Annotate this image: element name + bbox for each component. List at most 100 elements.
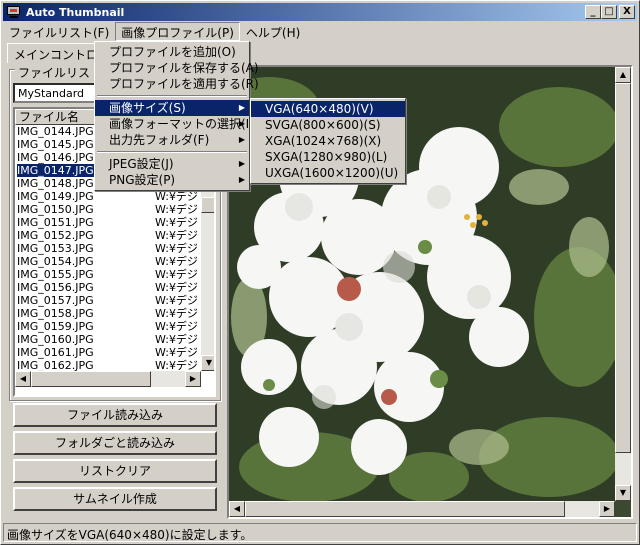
menu-item-apply-profile[interactable]: プロファイルを適用する(R) (95, 76, 259, 92)
scroll-left-button[interactable]: ◀ (15, 371, 31, 387)
table-row[interactable]: IMG_0160.JPG W:¥デジ (15, 333, 201, 346)
table-row[interactable]: IMG_0159.JPG W:¥デジ (15, 320, 201, 333)
minimize-button[interactable]: _ (585, 5, 601, 19)
app-monitor-icon (6, 5, 22, 19)
menu-separator (97, 95, 247, 97)
file-name: IMG_0153.JPG (17, 242, 94, 255)
file-name: IMG_0148.JPG (17, 177, 94, 190)
table-row[interactable]: IMG_0153.JPG W:¥デジ (15, 242, 201, 255)
make-thumbnail-button[interactable]: サムネイル作成 (13, 487, 217, 511)
table-row[interactable]: IMG_0156.JPG W:¥デジ (15, 281, 201, 294)
app-window: Auto Thumbnail _ □ X ファイルリスト(F) 画像プロファイル… (0, 0, 640, 545)
menu-bar: ファイルリスト(F) 画像プロファイル(P) ヘルプ(H) (3, 22, 306, 41)
file-name: IMG_0157.JPG (17, 294, 94, 307)
menu-item-output-folder-label: 出力先フォルダ(F) (109, 133, 210, 147)
submenu-arrow-icon: ▶ (238, 135, 245, 144)
file-path: W:¥デジ (155, 320, 198, 333)
table-row[interactable]: IMG_0161.JPG W:¥デジ (15, 346, 201, 359)
file-path: W:¥デジ (155, 255, 198, 268)
image-vertical-scrollbar[interactable]: ▲ ▼ (615, 67, 631, 501)
file-name: IMG_0151.JPG (17, 216, 94, 229)
table-row[interactable]: IMG_0158.JPG W:¥デジ (15, 307, 201, 320)
file-path: W:¥デジ (155, 281, 198, 294)
image-hscroll-thumb[interactable] (245, 501, 565, 517)
menu-item-png-settings-label: PNG設定(P) (109, 173, 176, 187)
file-list-group-title: ファイルリスト (15, 64, 106, 81)
submenu-arrow-icon: ▶ (238, 175, 245, 184)
submenu-arrow-icon: ▶ (238, 159, 245, 168)
scroll-down-button[interactable]: ▼ (201, 355, 214, 371)
file-name: IMG_0156.JPG (17, 281, 94, 294)
menu-image-profile[interactable]: 画像プロファイル(P) (115, 22, 240, 41)
file-path: W:¥デジ (155, 268, 198, 281)
image-vscroll-thumb[interactable] (615, 83, 631, 453)
submenu-arrow-icon: ▶ (238, 119, 245, 128)
menu-item-jpeg-settings-label: JPEG設定(J) (109, 157, 174, 171)
file-name: IMG_0159.JPG (17, 320, 94, 333)
menu-help[interactable]: ヘルプ(H) (240, 22, 306, 41)
menu-item-vga[interactable]: VGA(640×480)(V) (251, 101, 405, 117)
profile-menu: プロファイルを追加(O) プロファイルを保存する(A) プロファイルを適用する(… (94, 41, 259, 191)
file-path: W:¥デジ (155, 203, 198, 216)
list-horizontal-scrollbar[interactable]: ◀ ▶ (15, 371, 201, 387)
menu-item-png-settings[interactable]: PNG設定(P) ▶ (95, 172, 249, 188)
file-name: IMG_0152.JPG (17, 229, 94, 242)
menu-item-image-format[interactable]: 画像フォーマットの選択(I) ▶ (95, 116, 254, 132)
menu-item-sxga[interactable]: SXGA(1280×980)(L) (251, 149, 405, 165)
menu-file-list[interactable]: ファイルリスト(F) (3, 22, 115, 41)
menu-item-image-format-label: 画像フォーマットの選択(I) (109, 117, 254, 131)
table-row[interactable]: IMG_0150.JPG W:¥デジ (15, 203, 201, 216)
file-name: IMG_0158.JPG (17, 307, 94, 320)
file-path: W:¥デジ (155, 294, 198, 307)
menu-item-add-profile[interactable]: プロファイルを追加(O) (95, 44, 249, 60)
table-row[interactable]: IMG_0149.JPG W:¥デジ (15, 190, 201, 203)
file-name: IMG_0147.JPG (16, 164, 95, 177)
file-name: IMG_0146.JPG (17, 151, 94, 164)
file-path: W:¥デジ (155, 307, 198, 320)
menu-item-output-folder[interactable]: 出力先フォルダ(F) ▶ (95, 132, 249, 148)
title-bar[interactable]: Auto Thumbnail _ □ X (3, 3, 637, 21)
menu-item-xga[interactable]: XGA(1024×768)(X) (251, 133, 405, 149)
clear-list-button[interactable]: リストクリア (13, 459, 217, 483)
file-name: IMG_0144.JPG (17, 125, 94, 138)
file-name: IMG_0154.JPG (17, 255, 94, 268)
file-path: W:¥デジ (155, 346, 198, 359)
table-row[interactable]: IMG_0154.JPG W:¥デジ (15, 255, 201, 268)
image-scroll-down-button[interactable]: ▼ (615, 485, 631, 501)
close-button[interactable]: X (619, 5, 635, 19)
file-path: W:¥デジ (155, 333, 198, 346)
scroll-thumb[interactable] (201, 197, 214, 213)
file-name: IMG_0145.JPG (17, 138, 94, 151)
image-size-submenu: VGA(640×480)(V) SVGA(800×600)(S) XGA(102… (250, 98, 406, 184)
menu-item-save-profile[interactable]: プロファイルを保存する(A) (95, 60, 259, 76)
submenu-arrow-icon: ▶ (238, 103, 245, 112)
table-row[interactable]: IMG_0155.JPG W:¥デジ (15, 268, 201, 281)
image-scroll-left-button[interactable]: ◀ (229, 501, 245, 517)
load-folder-button[interactable]: フォルダごと読み込み (13, 431, 217, 455)
window-title: Auto Thumbnail (26, 5, 125, 19)
file-name: IMG_0160.JPG (17, 333, 94, 346)
scroll-right-button[interactable]: ▶ (185, 371, 201, 387)
file-path: W:¥デジ (155, 190, 198, 203)
menu-item-jpeg-settings[interactable]: JPEG設定(J) ▶ (95, 156, 249, 172)
file-name: IMG_0155.JPG (17, 268, 94, 281)
file-path: W:¥デジ (155, 242, 198, 255)
table-row[interactable]: IMG_0157.JPG W:¥デジ (15, 294, 201, 307)
load-files-button[interactable]: ファイル読み込み (13, 403, 217, 427)
image-scroll-up-button[interactable]: ▲ (615, 67, 631, 83)
image-scroll-right-button[interactable]: ▶ (599, 501, 615, 517)
file-name: IMG_0161.JPG (17, 346, 94, 359)
menu-item-svga[interactable]: SVGA(800×600)(S) (251, 117, 405, 133)
menu-item-image-size[interactable]: 画像サイズ(S) ▶ (95, 100, 249, 116)
status-bar: 画像サイズをVGA(640×480)に設定します。 (3, 523, 637, 542)
file-name: IMG_0149.JPG (17, 190, 94, 203)
menu-item-image-size-label: 画像サイズ(S) (109, 101, 186, 115)
file-path: W:¥デジ (155, 229, 198, 242)
menu-item-uxga[interactable]: UXGA(1600×1200)(U) (251, 165, 405, 181)
table-row[interactable]: IMG_0152.JPG W:¥デジ (15, 229, 201, 242)
table-row[interactable]: IMG_0151.JPG W:¥デジ (15, 216, 201, 229)
file-path: W:¥デジ (155, 216, 198, 229)
image-horizontal-scrollbar[interactable]: ◀ ▶ (229, 501, 615, 517)
hscroll-thumb[interactable] (31, 371, 151, 387)
maximize-button[interactable]: □ (601, 5, 617, 19)
